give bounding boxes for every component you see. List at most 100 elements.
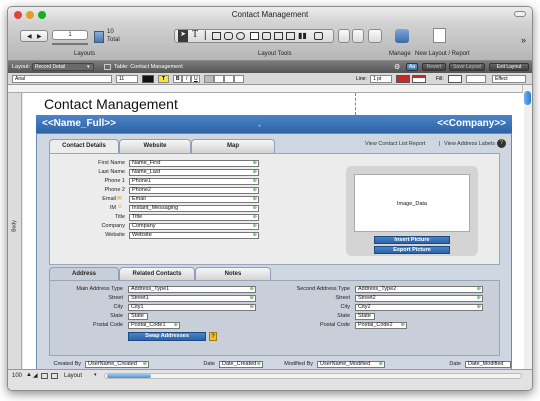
main-address-type-field[interactable]: Address_Type1 ⊕ (128, 286, 256, 293)
street2-field[interactable]: Street2 ⊕ (355, 295, 483, 302)
toolbar-toggle-button[interactable] (514, 11, 526, 17)
tab-website[interactable]: Website (119, 139, 191, 153)
title-field[interactable]: Title ⊕ (129, 214, 259, 221)
status-menu-icon[interactable] (51, 373, 58, 379)
forward-icon[interactable]: ▶ (37, 33, 42, 40)
swap-help-icon[interactable]: ? (209, 332, 217, 341)
phone2-field[interactable]: Phone2 ⊕ (129, 187, 259, 194)
aa-button[interactable]: Aa (406, 63, 418, 71)
align-right-button[interactable] (224, 75, 234, 83)
exit-layout-button[interactable]: Exit Layout (489, 63, 529, 71)
rounded-rect-tool-icon[interactable] (224, 32, 233, 40)
zoom-level[interactable]: 100 (12, 373, 22, 379)
line-width-select[interactable]: 1 pt (370, 75, 392, 83)
portal-picker-button[interactable] (352, 29, 364, 43)
tab-map[interactable]: Map (191, 139, 275, 153)
highlight-button[interactable]: T (158, 75, 169, 83)
horizontal-scrollbar[interactable] (104, 373, 522, 379)
text-color-swatch[interactable] (142, 75, 154, 83)
effect-select[interactable]: Effect (492, 75, 526, 83)
minimize-button[interactable] (26, 11, 34, 19)
zoom-button[interactable] (38, 11, 46, 19)
im-field[interactable]: Instant_Messaging ⊕ (129, 205, 259, 212)
button-tool-icon[interactable] (262, 32, 271, 40)
back-icon[interactable]: ◀ (27, 33, 32, 40)
tab-contact-details[interactable]: Contact Details (49, 139, 119, 153)
line-color-swatch[interactable] (396, 75, 410, 83)
tab-notes[interactable]: Notes (195, 267, 271, 281)
date-created-field[interactable]: Date_Created ⊕ (219, 361, 263, 368)
city1-field[interactable]: City1 ⊕ (128, 304, 256, 311)
font-size-select[interactable]: 11 (116, 75, 138, 83)
fill-pattern-select[interactable] (466, 75, 486, 83)
record-number-field[interactable]: 1 (52, 30, 88, 40)
oval-tool-icon[interactable] (236, 32, 245, 40)
bold-button[interactable]: B (173, 75, 182, 83)
zoom-in-icon[interactable]: ◢ (33, 372, 38, 379)
inspector-button[interactable] (368, 29, 382, 43)
line-tool-icon[interactable]: | (204, 30, 207, 41)
field-tool-icon[interactable] (250, 32, 259, 40)
state1-field[interactable]: State (128, 313, 148, 320)
insert-picture-button[interactable]: Insert Picture (374, 236, 450, 244)
tab-address[interactable]: Address (49, 267, 119, 281)
body-part-label[interactable]: Body (12, 220, 18, 231)
save-layout-button[interactable]: Save Layout (449, 63, 485, 71)
italic-button[interactable]: I (182, 75, 191, 83)
postal-code2-field[interactable]: Postal_Code2 ⊕ (355, 322, 407, 329)
record-slider[interactable] (52, 43, 88, 45)
manage-icon[interactable] (395, 29, 409, 43)
webviewer-tool-icon[interactable] (314, 32, 323, 40)
text-tool-icon[interactable]: T (192, 29, 198, 40)
fill-color-swatch[interactable] (448, 75, 462, 83)
underline-button[interactable]: U (191, 75, 200, 83)
new-layout-icon[interactable] (433, 28, 446, 43)
align-left-button[interactable] (204, 75, 214, 83)
align-center-button[interactable] (214, 75, 224, 83)
status-toolbar-toggle-icon[interactable] (41, 373, 48, 379)
company-field[interactable]: <<Company>> (437, 118, 506, 129)
tab-tool-icon[interactable] (274, 32, 283, 40)
image-data-field[interactable]: Image_Data (354, 174, 470, 232)
horizontal-scroll-thumb[interactable] (107, 374, 151, 378)
first-name-field[interactable]: Name_First ⊕ (129, 160, 259, 167)
state2-field[interactable]: State (355, 313, 375, 320)
modified-by-field[interactable]: UserName_Modified ⊕ (317, 361, 385, 368)
chart-tool-icon[interactable]: ▮▮ (298, 31, 307, 40)
toolbar-overflow-icon[interactable]: » (521, 35, 526, 45)
phone1-field[interactable]: Phone1 ⊕ (129, 178, 259, 185)
rect-tool-icon[interactable] (212, 32, 221, 40)
company-field-input[interactable]: Company ⊕ (129, 223, 259, 230)
record-nav-buttons[interactable]: ◀ ▶ (20, 30, 48, 42)
vertical-scroll-thumb[interactable] (524, 91, 531, 105)
second-address-type-field[interactable]: Address_Type2 ⊕ (355, 286, 483, 293)
mode-label[interactable]: Layout (64, 373, 82, 379)
street1-field[interactable]: Street1 ⊕ (128, 295, 256, 302)
postal-code1-field[interactable]: Postal_Code1 ⊕ (128, 322, 180, 329)
last-name-field[interactable]: Name_Last ⊕ (129, 169, 259, 176)
portal-tool-icon[interactable] (286, 32, 295, 40)
swap-addresses-button[interactable]: Swap Addresses (128, 332, 206, 341)
export-picture-button[interactable]: Export Picture (374, 246, 450, 254)
email-icon[interactable]: ✉ (117, 195, 122, 202)
view-address-labels-link[interactable]: View Address Labels (444, 141, 495, 147)
created-by-field[interactable]: UserName_Created ⊕ (85, 361, 149, 368)
align-justify-button[interactable] (234, 75, 244, 83)
tab-related-contacts[interactable]: Related Contacts (119, 267, 195, 281)
line-style-swatch[interactable] (412, 75, 426, 83)
website-field[interactable]: Website ⊕ (129, 232, 259, 239)
zoom-out-icon[interactable]: ▲ (26, 372, 32, 378)
revert-button[interactable]: Revert (422, 63, 446, 71)
help-icon[interactable]: ? (497, 139, 506, 148)
email-field[interactable]: Email ⊕ (129, 196, 259, 203)
im-icon[interactable]: ☺ (117, 204, 123, 210)
close-button[interactable] (14, 11, 22, 19)
field-picker-button[interactable] (338, 29, 350, 43)
view-contact-list-report-link[interactable]: View Contact List Report (365, 141, 425, 147)
layout-select[interactable]: Record Detail (32, 63, 94, 71)
city2-field[interactable]: City2 ⊕ (355, 304, 483, 311)
font-select[interactable]: Arial (12, 75, 112, 83)
pointer-tool-icon[interactable]: ➤ (178, 30, 188, 42)
name-full-field[interactable]: <<Name_Full>> (42, 118, 116, 129)
date-modified-field[interactable]: Date_Modified (465, 361, 511, 368)
